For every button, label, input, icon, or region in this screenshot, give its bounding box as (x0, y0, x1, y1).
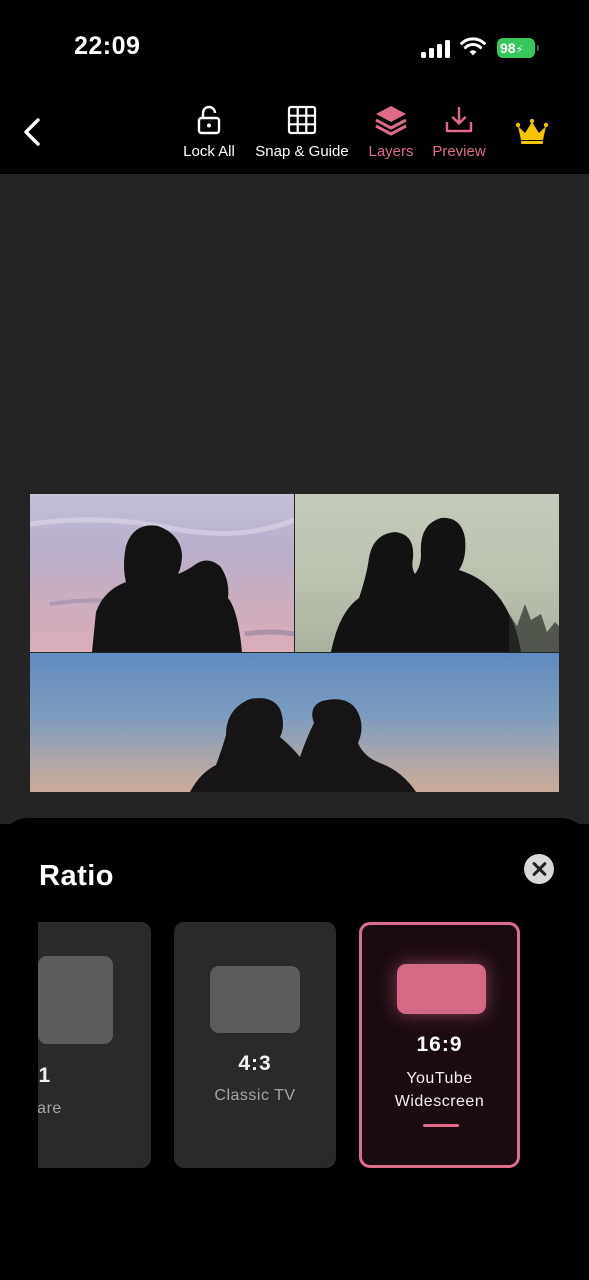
ratio-option-16-9-selected[interactable]: 16:9 YouTube Widescreen (359, 922, 520, 1168)
layers-label: Layers (368, 143, 414, 160)
ratio-preview-shape (210, 966, 300, 1033)
tab-layers[interactable]: Layers (364, 100, 418, 160)
ratio-sheet: Ratio 1:1 Square 4:3 Classic TV 16:9 You… (0, 818, 589, 1280)
collage-photo-couple-kiss[interactable] (295, 494, 559, 652)
snap-guide-button[interactable]: Snap & Guide (250, 100, 354, 160)
ratio-name-line2: Widescreen (394, 1093, 485, 1110)
ratio-value: 4:3 (238, 1052, 272, 1075)
preview-label: Preview (432, 143, 486, 160)
ratio-preview-shape (397, 964, 486, 1014)
ratio-name: Square (38, 1100, 62, 1117)
selected-indicator (423, 1124, 459, 1127)
battery-level: 98 (500, 40, 516, 56)
layers-icon (375, 106, 407, 136)
sheet-title: Ratio (39, 860, 114, 892)
collage-photo-couple-sunset-sky[interactable] (30, 494, 294, 652)
ratio-options-scroller[interactable]: 1:1 Square 4:3 Classic TV 16:9 YouTube W… (38, 922, 589, 1172)
back-button[interactable] (18, 112, 48, 152)
close-button[interactable] (524, 854, 554, 884)
grid-icon (287, 105, 317, 135)
battery-indicator: 98⚡ (497, 38, 539, 58)
status-bar: 22:09 98⚡ (0, 0, 589, 90)
ratio-name: Classic TV (214, 1087, 296, 1104)
wifi-icon (460, 37, 486, 56)
cellular-signal-icon (421, 40, 451, 58)
editor-toolbar: Lock All Snap & Guide Layers Preview (0, 90, 589, 174)
ratio-option-1-1[interactable]: 1:1 Square (38, 922, 151, 1168)
lock-all-label: Lock All (183, 143, 235, 160)
crown-icon[interactable] (515, 118, 549, 146)
ratio-option-4-3[interactable]: 4:3 Classic TV (174, 922, 336, 1168)
ratio-name: YouTube Widescreen (362, 1067, 517, 1113)
ratio-value: 16:9 (416, 1033, 463, 1056)
lock-all-button[interactable]: Lock All (178, 100, 240, 160)
ratio-name-line1: YouTube (406, 1070, 473, 1087)
collage-photo-couple-dusk[interactable] (30, 653, 559, 792)
status-time: 22:09 (74, 32, 141, 60)
editor-canvas[interactable] (0, 174, 589, 824)
ratio-value: 1:1 (38, 1064, 52, 1087)
snap-guide-label: Snap & Guide (255, 143, 349, 160)
preview-button[interactable]: Preview (428, 100, 490, 160)
ratio-preview-shape (38, 956, 113, 1044)
lock-icon (197, 105, 221, 135)
photo-collage[interactable] (30, 494, 559, 792)
download-icon (445, 106, 473, 133)
